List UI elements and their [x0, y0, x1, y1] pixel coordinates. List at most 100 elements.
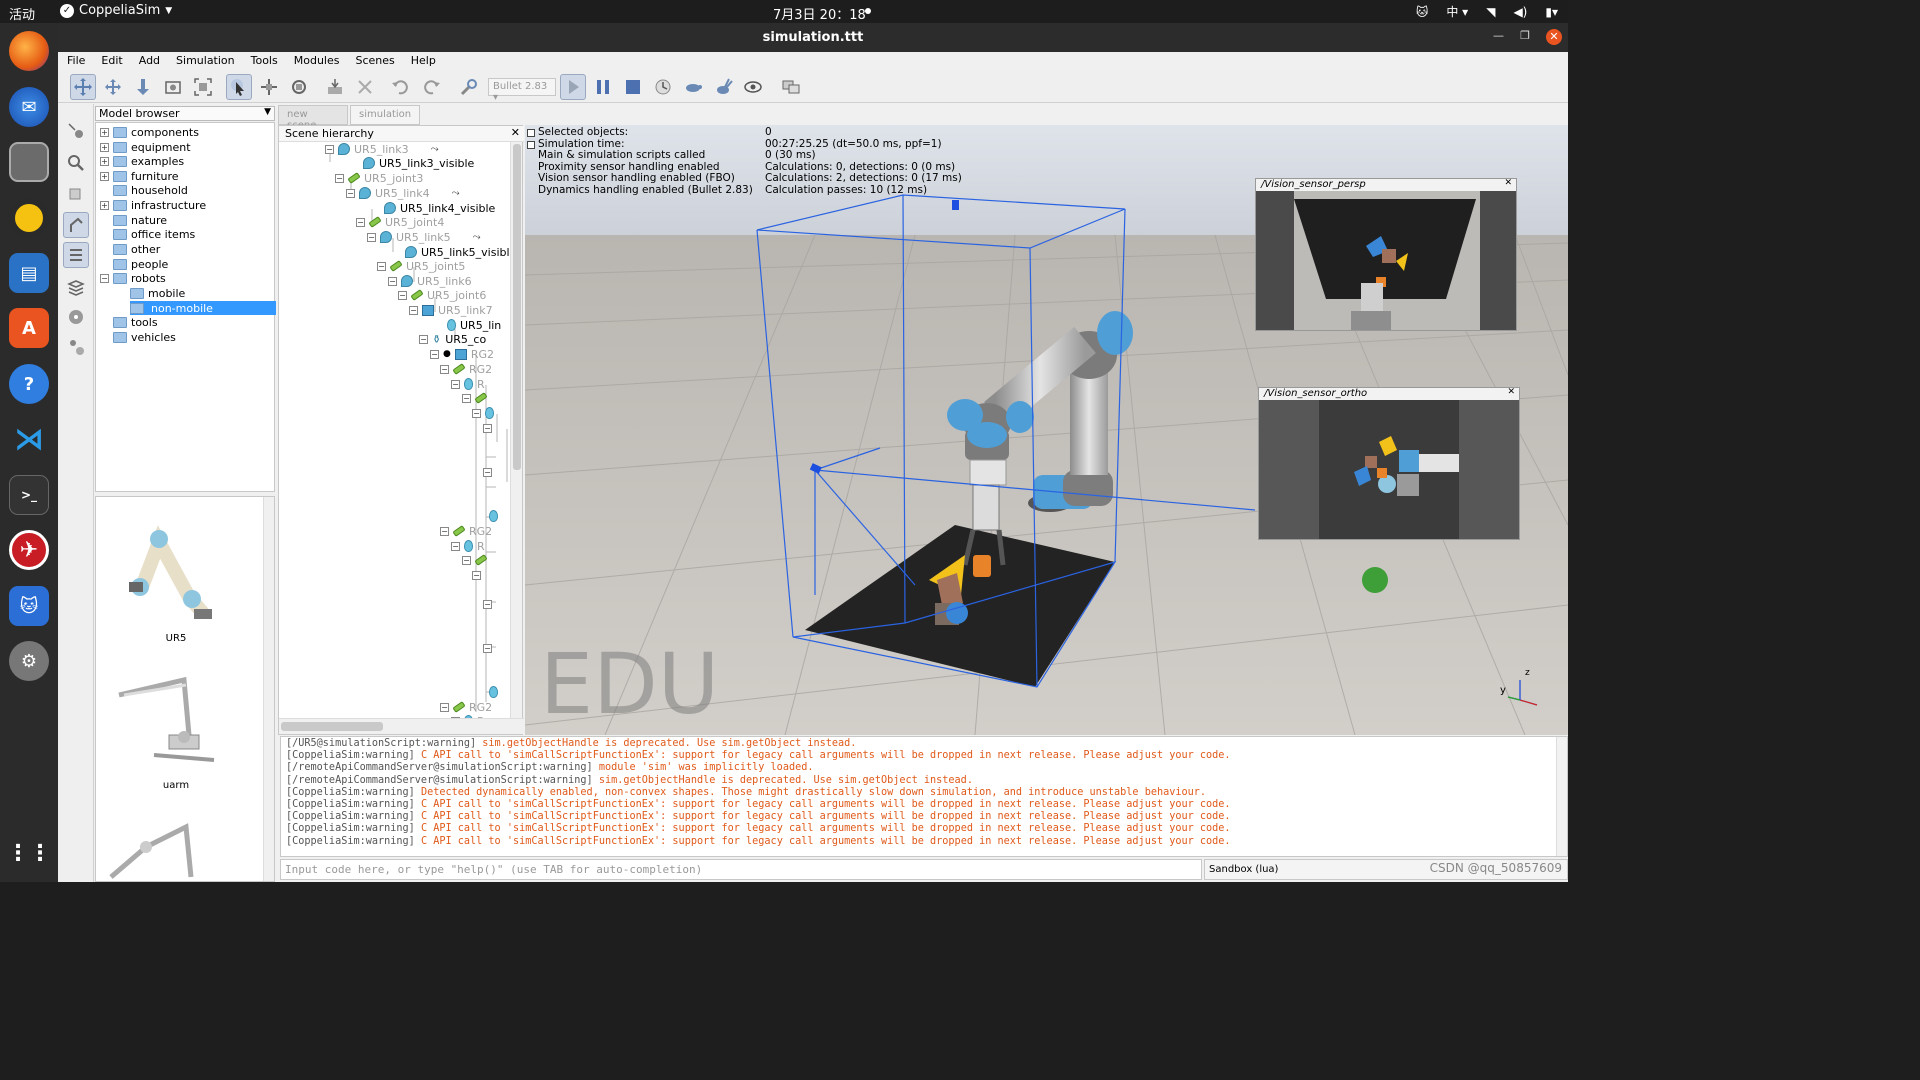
- tree-node[interactable]: −: [462, 553, 488, 567]
- collapse-toggle[interactable]: −: [356, 217, 365, 227]
- tree-node[interactable]: −: [483, 421, 492, 435]
- slow-down-button[interactable]: [680, 74, 706, 100]
- collapse-toggle[interactable]: −: [440, 364, 449, 374]
- folder-robots[interactable]: − robots: [100, 271, 166, 285]
- folder-vehicles[interactable]: vehicles: [113, 330, 176, 344]
- collapse-toggle[interactable]: −: [440, 526, 449, 536]
- vision-sensor-persp-view[interactable]: /Vision_sensor_persp ✕: [1255, 178, 1517, 331]
- pause-simulation-button[interactable]: [590, 74, 616, 100]
- show-apps-icon[interactable]: ⋮⋮: [7, 833, 51, 873]
- minimize-icon[interactable]: —: [1493, 29, 1504, 42]
- ur5-thumbnail[interactable]: [114, 517, 224, 627]
- tree-node[interactable]: −: [472, 568, 481, 582]
- collapse-toggle[interactable]: −: [483, 423, 492, 433]
- software-center-icon[interactable]: A: [9, 308, 49, 348]
- scene-viewport[interactable]: EDU Selected objects: 0 Simulation time: 0…: [525, 125, 1568, 735]
- scrollbar-thumb[interactable]: [513, 144, 521, 470]
- files-icon[interactable]: [9, 142, 49, 182]
- tree-node[interactable]: −R: [451, 539, 485, 553]
- folder-non-mobile[interactable]: non-mobile: [130, 301, 276, 315]
- collapse-toggle[interactable]: −: [483, 599, 492, 609]
- tree-node[interactable]: − UR5_link3 ⤳: [325, 142, 439, 156]
- close-icon[interactable]: ✕: [511, 126, 520, 139]
- collapse-toggle[interactable]: −: [377, 261, 386, 271]
- expand-toggle[interactable]: +: [100, 156, 109, 166]
- status-console[interactable]: [/UR5@simulationScript:warning] sim.getO…: [280, 736, 1568, 857]
- real-time-button[interactable]: [650, 74, 676, 100]
- calculation-modules-button[interactable]: [63, 180, 89, 206]
- camera-pan-button[interactable]: [70, 74, 96, 100]
- page-selector-button[interactable]: [778, 74, 804, 100]
- redo-button[interactable]: [418, 74, 444, 100]
- hierarchy-horizontal-scrollbar[interactable]: [279, 718, 524, 734]
- stop-simulation-button[interactable]: [620, 74, 646, 100]
- scripts-button[interactable]: [63, 242, 89, 268]
- folder-components[interactable]: + components: [100, 125, 199, 139]
- collapse-toggle[interactable]: −: [367, 232, 376, 242]
- collapse-toggle[interactable]: −: [398, 290, 407, 300]
- tree-node[interactable]: − UR5_joint4: [356, 215, 444, 229]
- vision-sensor-ortho-view[interactable]: /Vision_sensor_ortho ✕: [1258, 387, 1520, 540]
- folder-equipment[interactable]: + equipment: [100, 140, 191, 154]
- tree-node[interactable]: UR5_link4_visible: [384, 201, 495, 215]
- transfer-dna-button[interactable]: [352, 74, 378, 100]
- settings-icon[interactable]: ⚙: [9, 641, 49, 681]
- hierarchy-vertical-scrollbar[interactable]: [510, 142, 522, 718]
- speed-up-button[interactable]: [710, 74, 736, 100]
- expand-toggle[interactable]: +: [100, 127, 109, 137]
- menu-edit[interactable]: Edit: [92, 52, 129, 70]
- collapse-toggle[interactable]: −: [346, 188, 355, 198]
- collapse-toggle[interactable]: −: [472, 570, 481, 580]
- tree-node[interactable]: −: [483, 465, 492, 479]
- folder-household[interactable]: household: [113, 183, 188, 197]
- folder-furniture[interactable]: + furniture: [100, 169, 179, 183]
- model-browser-header[interactable]: Model browser ▼: [95, 106, 275, 121]
- menu-simulation[interactable]: Simulation: [167, 52, 242, 70]
- shape-edit-button[interactable]: [63, 274, 89, 300]
- command-input[interactable]: Input code here, or type "help()" (use T…: [280, 859, 1202, 880]
- fit-to-view-button[interactable]: [190, 74, 216, 100]
- tree-node[interactable]: −: [472, 406, 494, 420]
- close-icon[interactable]: ✕: [1546, 29, 1562, 45]
- tree-node[interactable]: − UR5_joint5: [377, 259, 465, 273]
- robot-thumbnail[interactable]: [106, 822, 216, 881]
- collapse-toggle[interactable]: −: [335, 173, 344, 183]
- console-scrollbar[interactable]: [1556, 737, 1567, 856]
- volume-icon[interactable]: ◀): [1513, 5, 1527, 19]
- checkbox-icon[interactable]: [527, 129, 535, 137]
- tree-node[interactable]: −: [462, 391, 488, 405]
- toggle-visualization-button[interactable]: [740, 74, 766, 100]
- system-tray[interactable]: 🐱 中 ▾ ◥ ◀) ▮▾: [1416, 3, 1558, 20]
- clock[interactable]: 7月3日 20：18: [773, 4, 866, 23]
- rhythmbox-icon[interactable]: [9, 198, 49, 238]
- tree-node[interactable]: − RG2: [440, 700, 492, 714]
- scrollbar-thumb[interactable]: [281, 722, 383, 731]
- tree-node[interactable]: UR5_link3_visible: [363, 156, 474, 170]
- collapse-toggle[interactable]: −: [462, 393, 471, 403]
- floating-view-header[interactable]: /Vision_sensor_ortho ✕: [1259, 387, 1519, 400]
- maximize-icon[interactable]: ❐: [1520, 29, 1530, 42]
- path-edit-button[interactable]: [63, 304, 89, 330]
- start-simulation-button[interactable]: [560, 74, 586, 100]
- tree-node[interactable]: −R: [451, 377, 485, 391]
- tree-node[interactable]: − UR5_link7: [409, 303, 493, 317]
- collapse-toggle[interactable]: −: [451, 541, 460, 551]
- tree-node[interactable]: − ⚱ UR5_co: [419, 332, 486, 346]
- folder-other[interactable]: other: [113, 242, 160, 256]
- close-icon[interactable]: ✕: [1504, 178, 1512, 188]
- app-menu[interactable]: ✓ CoppeliaSim ▼: [60, 3, 172, 18]
- thumbnail-scrollbar[interactable]: [263, 497, 274, 881]
- menu-add[interactable]: Add: [130, 52, 167, 70]
- click-select-button[interactable]: [226, 74, 252, 100]
- cat-icon[interactable]: 🐱: [1416, 5, 1429, 19]
- menu-tools[interactable]: Tools: [242, 52, 285, 70]
- camera-rotate-button[interactable]: [100, 74, 126, 100]
- input-method[interactable]: 中 ▾: [1446, 3, 1468, 20]
- collapse-toggle[interactable]: −: [325, 144, 334, 154]
- close-icon[interactable]: ✕: [1507, 387, 1515, 397]
- menu-modules[interactable]: Modules: [285, 52, 347, 70]
- undo-button[interactable]: [388, 74, 414, 100]
- collapse-toggle[interactable]: −: [472, 408, 481, 418]
- script-icon[interactable]: ⤳: [452, 188, 460, 199]
- coppeliasim-dock-icon[interactable]: ✈: [9, 530, 49, 570]
